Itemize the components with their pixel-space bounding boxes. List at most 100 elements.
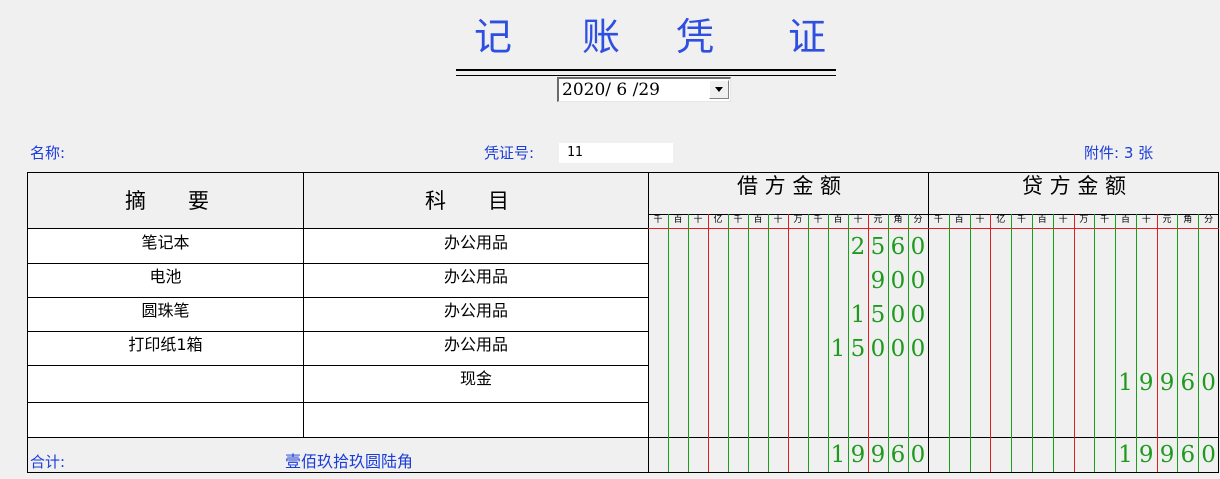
total-amount-words: 壹佰玖拾玖圆陆角 [285,452,414,471]
unit-label: 元 [1162,215,1172,225]
amount-digit: 5 [850,336,866,362]
unit-label: 千 [1017,215,1027,225]
digit-column-line [1177,214,1178,472]
header-debit: 借 方 金 额 [736,174,842,198]
amount-digit: 6 [890,234,906,260]
digit-column-line [688,214,689,472]
unit-label: 亿 [713,215,723,225]
amount-digit: 0 [1201,370,1216,396]
amount-digit: 9 [1138,370,1154,396]
amount-digit: 9 [1159,370,1175,396]
voucher-no-field[interactable]: 11 [559,143,673,163]
digit-column-line [1136,214,1137,472]
amount-digit: 1 [1118,370,1133,396]
row-line [27,228,648,229]
date-dropdown-button[interactable] [709,80,729,99]
title-char: 证 [788,15,827,59]
unit-label: 十 [773,215,783,225]
account-cell: 办公用品 [443,335,508,354]
unit-label: 百 [833,215,843,225]
amount-digit: 9 [1138,442,1154,468]
date-value[interactable]: 2020/ 6 /29 [562,80,660,101]
row-line [27,263,648,264]
digit-column-line [1115,214,1116,472]
amount-digit: 6 [1180,370,1196,396]
unit-label: 百 [753,215,763,225]
unit-label: 分 [913,215,923,225]
digit-column-line [949,214,950,472]
unit-label: 百 [954,215,964,225]
voucher-no-label: 凭证号: [484,144,535,162]
digit-column-line [990,214,991,472]
digit-column-line [728,214,729,472]
digit-column-line [1157,214,1158,472]
amount-digit: 0 [870,336,886,362]
digit-column-line [1094,214,1095,472]
unit-row-line [648,214,1219,215]
title-char: 记 [474,15,513,59]
unit-label: 千 [733,215,743,225]
account-cell: 办公用品 [443,301,508,320]
amount-digit: 5 [870,234,886,260]
unit-label: 角 [893,215,903,225]
amount-digit: 1 [850,302,866,328]
digit-column-line [668,214,669,472]
digit-column-line [808,214,809,472]
unit-row-line-red [648,228,1219,229]
amount-digit: 9 [850,442,866,468]
table-text-area [28,229,648,437]
attachment-label: 附件: 3 张 [1084,144,1154,162]
amount-digit: 0 [910,442,926,468]
title-underline-thin [456,75,836,76]
title-underline [456,69,836,71]
unit-label: 百 [1120,215,1130,225]
chevron-down-icon [715,87,723,92]
summary-cell: 打印纸1箱 [128,335,203,354]
amount-digit: 9 [870,442,886,468]
date-picker[interactable]: 2020/ 6 /29 [557,77,731,102]
table-border-bottom [27,472,1219,473]
unit-label: 千 [653,215,663,225]
summary-cell: 电池 [149,267,182,286]
unit-label: 元 [873,215,883,225]
amount-digit: 9 [870,268,886,294]
unit-label: 十 [1141,215,1151,225]
digit-column-line [1032,214,1033,472]
amount-digit: 1 [830,442,846,468]
header-account: 科 目 [425,189,509,213]
total-label: 合计: [30,453,66,471]
digit-column-line [1198,214,1199,472]
title-char: 账 [582,15,621,59]
col-divider-account [648,172,649,472]
unit-label: 千 [933,215,943,225]
amount-digit: 5 [870,302,886,328]
digit-column-line [788,214,789,472]
row-line [27,297,648,298]
table-border-left [27,172,28,472]
unit-label: 分 [1204,215,1214,225]
account-cell: 办公用品 [443,233,508,252]
amount-digit: 6 [1180,442,1196,468]
digit-column-line [970,214,971,472]
digit-column-line [768,214,769,472]
unit-label: 十 [853,215,863,225]
unit-label: 百 [673,215,683,225]
title-char: 凭 [676,15,715,59]
unit-label: 十 [975,215,985,225]
voucher-no-value[interactable]: 11 [567,144,583,162]
unit-label: 百 [1037,215,1047,225]
digit-column-line [708,214,709,472]
unit-label: 亿 [996,215,1006,225]
voucher-title: 记 账 凭 证 [456,15,836,76]
table-border-right [1218,172,1219,472]
amount-digit: 0 [890,336,906,362]
row-line [27,402,648,403]
account-cell: 办公用品 [443,267,508,286]
digit-column-line [748,214,749,472]
summary-cell: 笔记本 [141,233,190,252]
unit-label: 万 [1079,215,1089,225]
summary-cell: 圆珠笔 [141,301,190,320]
amount-digit: 0 [910,302,926,328]
digit-column-line [1011,214,1012,472]
unit-label: 千 [1100,215,1110,225]
